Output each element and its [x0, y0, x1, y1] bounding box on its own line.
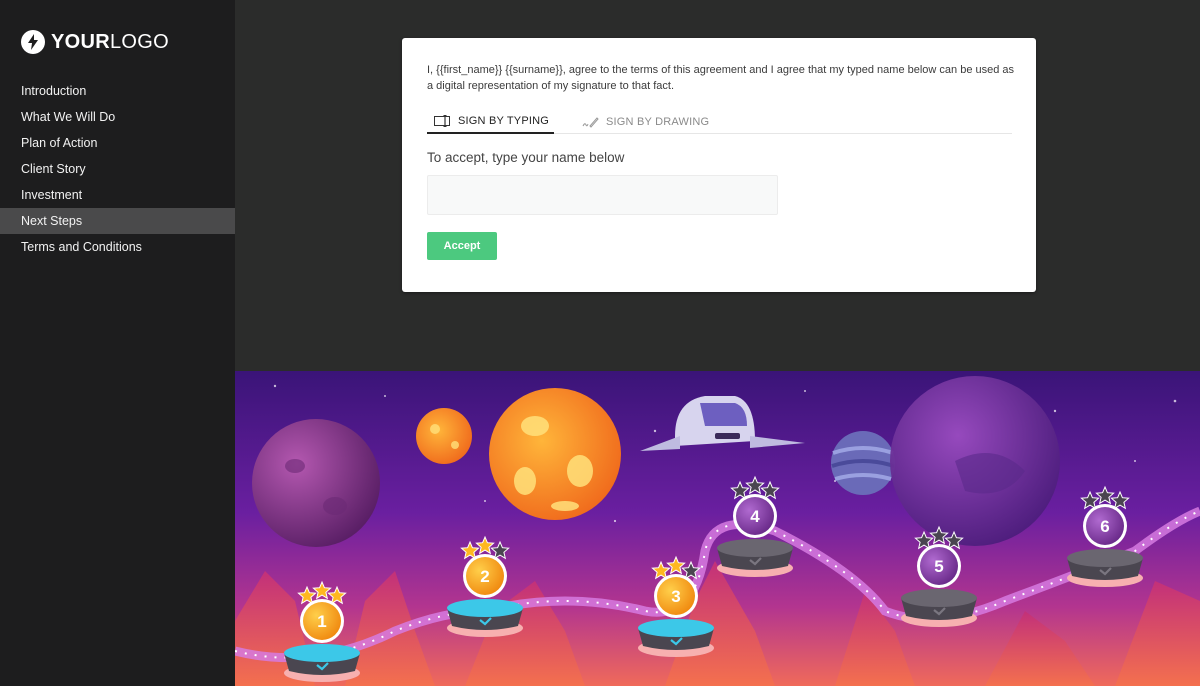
accept-button[interactable]: Accept [427, 232, 497, 260]
text-cursor-icon [434, 115, 450, 127]
sidebar-item-what-we-will-do[interactable]: What We Will Do [0, 104, 235, 130]
planet-purple-left [252, 419, 380, 547]
planet-striped [831, 431, 895, 495]
agreement-text: I, {{first_name}} {{surname}}, agree to … [427, 64, 1015, 92]
planet-small-orange [416, 408, 472, 464]
level-number: 3 [671, 587, 680, 606]
pen-signature-icon [582, 117, 599, 128]
level-number: 5 [934, 557, 943, 576]
space-level-map-illustration: 1 2 3 4 5 6 [235, 371, 1200, 686]
accept-prompt: To accept, type your name below [427, 150, 625, 165]
tab-sign-by-typing[interactable]: SIGN BY TYPING [427, 110, 554, 134]
sidebar: YOURLOGO Introduction What We Will Do Pl… [0, 0, 235, 686]
logo-text-bold: YOUR [51, 30, 110, 53]
level-number: 1 [317, 612, 326, 631]
level-number: 6 [1100, 517, 1109, 536]
signature-tabs: SIGN BY TYPING SIGN BY DRAWING [427, 110, 1012, 134]
platform-top [638, 619, 714, 637]
sidebar-item-plan-of-action[interactable]: Plan of Action [0, 130, 235, 156]
sidebar-item-investment[interactable]: Investment [0, 182, 235, 208]
lightning-bolt-icon [21, 30, 45, 54]
sidebar-nav: Introduction What We Will Do Plan of Act… [0, 78, 235, 260]
logo-text: YOURLOGO [51, 31, 169, 54]
sidebar-item-introduction[interactable]: Introduction [0, 78, 235, 104]
platform-top [1067, 549, 1143, 567]
sidebar-item-next-steps[interactable]: Next Steps [0, 208, 235, 234]
platform-top [284, 644, 360, 662]
level-number: 4 [750, 507, 760, 526]
signature-card: I, {{first_name}} {{surname}}, agree to … [402, 38, 1036, 292]
tab-label: SIGN BY TYPING [458, 115, 550, 127]
platform-top [717, 539, 793, 557]
sidebar-item-terms-and-conditions[interactable]: Terms and Conditions [0, 234, 235, 260]
logo[interactable]: YOURLOGO [21, 30, 169, 54]
platform-top [447, 599, 523, 617]
logo-text-light: LOGO [109, 30, 169, 53]
signature-name-input[interactable] [427, 175, 778, 215]
tab-sign-by-drawing[interactable]: SIGN BY DRAWING [582, 110, 709, 134]
level-number: 2 [480, 567, 489, 586]
illustration-canvas: 1 2 3 4 5 6 [235, 371, 1200, 686]
planet-big-purple [890, 376, 1060, 546]
tab-label: SIGN BY DRAWING [606, 116, 710, 128]
sidebar-item-client-story[interactable]: Client Story [0, 156, 235, 182]
planet-big-orange [489, 388, 621, 520]
platform-top [901, 589, 977, 607]
